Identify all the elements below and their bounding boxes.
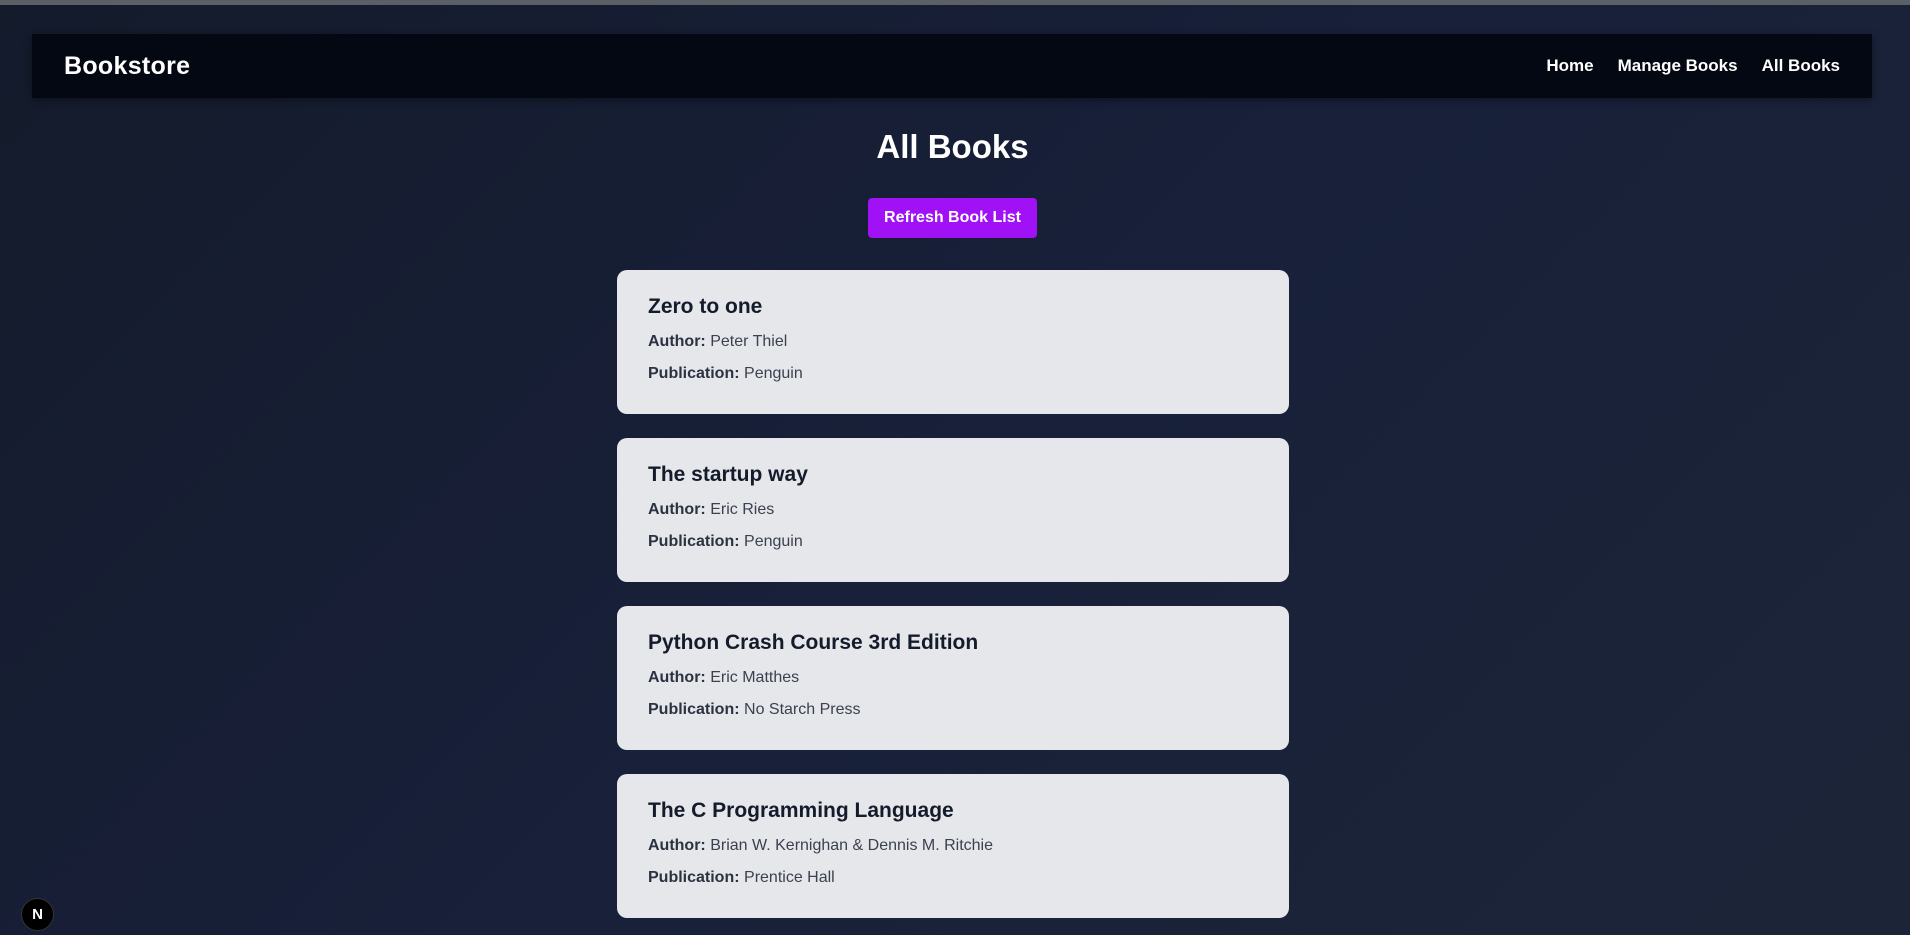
book-author: Author: Eric Ries [648,500,1258,520]
nav-link-all-books[interactable]: All Books [1762,56,1840,76]
window-top-border [0,0,1910,5]
refresh-book-list-button[interactable]: Refresh Book List [868,198,1037,238]
author-value: Eric Matthes [710,669,800,686]
nextjs-dev-badge-icon[interactable]: N [21,898,54,931]
book-author: Author: Eric Matthes [648,668,1258,688]
author-value: Peter Thiel [710,333,788,350]
publication-label: Publication: [648,533,740,550]
brand-logo[interactable]: Bookstore [64,52,190,81]
publication-value: Penguin [744,365,803,382]
author-label: Author: [648,837,706,854]
book-card: Zero to one Author: Peter Thiel Publicat… [617,270,1289,414]
book-title: Zero to one [648,295,763,318]
book-card: The C Programming Language Author: Brian… [617,774,1289,918]
book-author: Author: Peter Thiel [648,332,1258,352]
book-publication: Publication: No Starch Press [648,700,1258,720]
publication-value: Prentice Hall [744,869,835,886]
publication-label: Publication: [648,701,740,718]
author-label: Author: [648,333,706,350]
book-title: The startup way [648,463,808,486]
book-author: Author: Brian W. Kernighan & Dennis M. R… [648,836,1258,856]
author-value: Brian W. Kernighan & Dennis M. Ritchie [710,837,994,854]
nav-links: Home Manage Books All Books [1546,56,1840,76]
author-value: Eric Ries [710,501,775,518]
nav-link-home[interactable]: Home [1546,56,1593,76]
publication-label: Publication: [648,869,740,886]
book-list: Zero to one Author: Peter Thiel Publicat… [617,270,1289,935]
book-title: Python Crash Course 3rd Edition [648,631,979,654]
publication-value: Penguin [744,533,803,550]
navbar: Bookstore Home Manage Books All Books [32,34,1872,98]
publication-value: No Starch Press [744,701,861,718]
book-title: The C Programming Language [648,799,954,822]
author-label: Author: [648,669,706,686]
page-title: All Books [876,128,1029,165]
book-card: Python Crash Course 3rd Edition Author: … [617,606,1289,750]
book-card: The startup way Author: Eric Ries Public… [617,438,1289,582]
author-label: Author: [648,501,706,518]
publication-label: Publication: [648,365,740,382]
book-publication: Publication: Prentice Hall [648,868,1258,888]
nav-link-manage-books[interactable]: Manage Books [1618,56,1738,76]
book-publication: Publication: Penguin [648,364,1258,384]
book-publication: Publication: Penguin [648,532,1258,552]
